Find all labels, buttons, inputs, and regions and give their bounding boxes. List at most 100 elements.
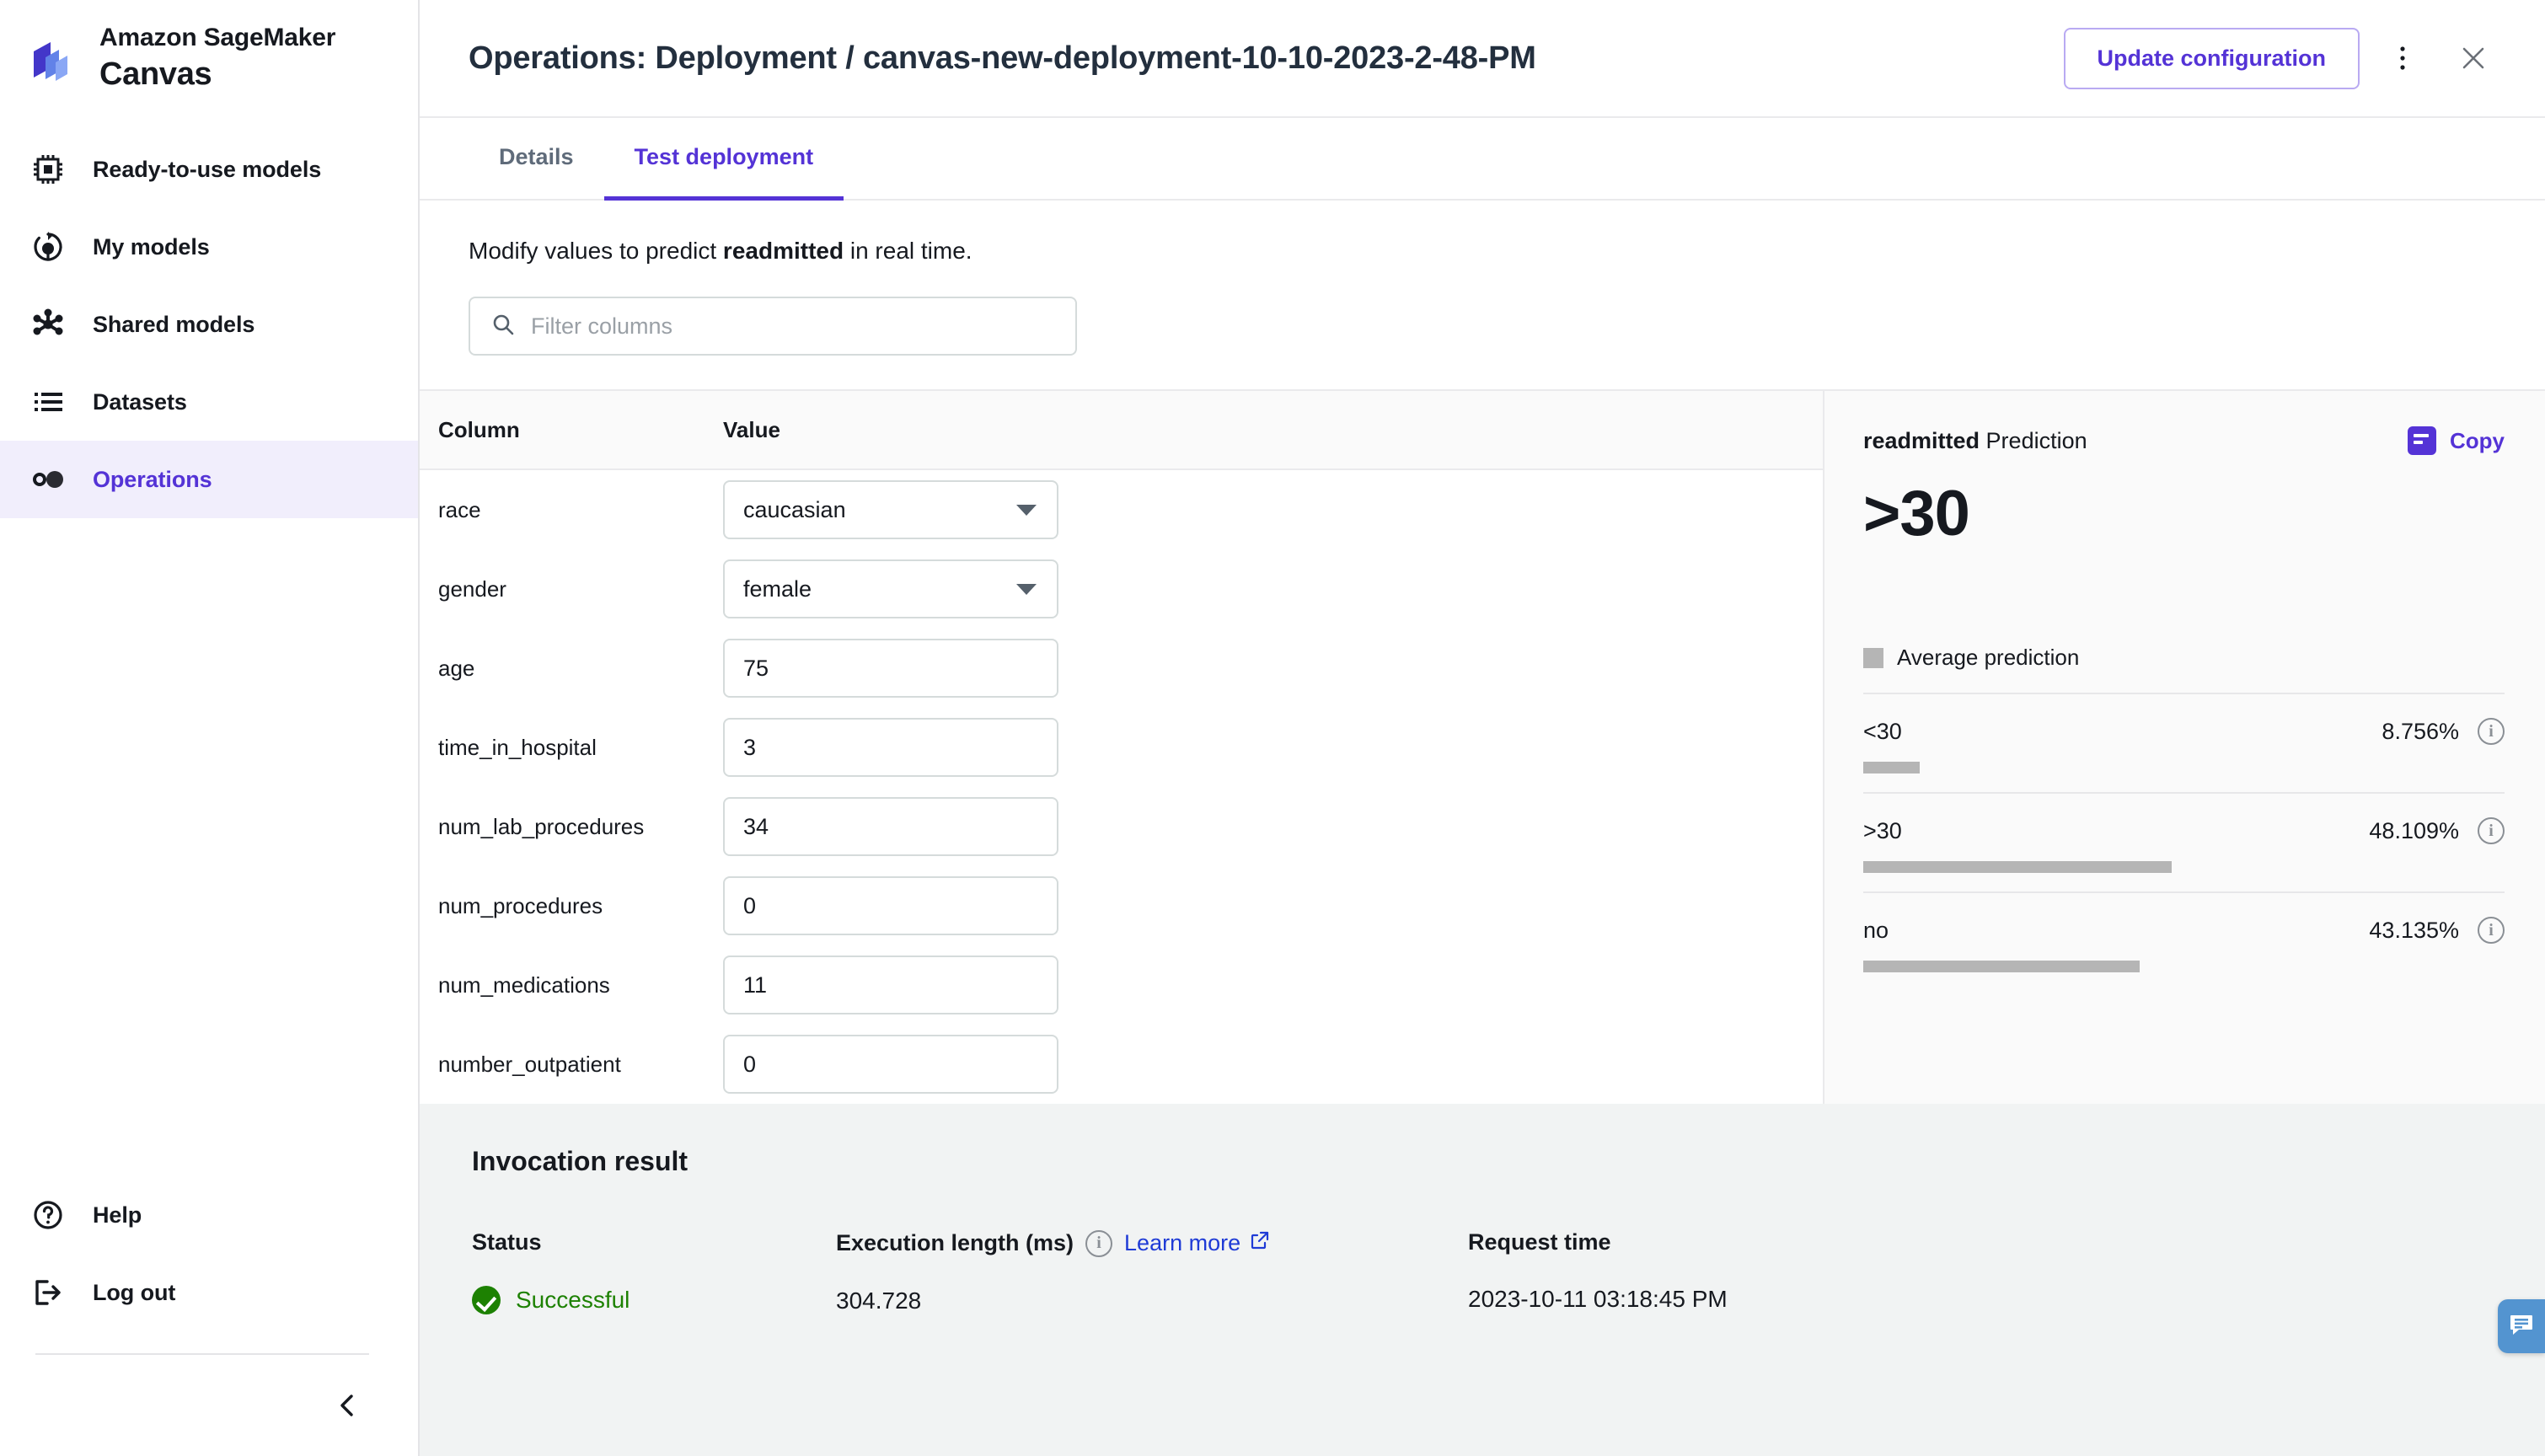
num-lab-procedures-input[interactable]: 34 — [723, 797, 1058, 856]
row-value-cell: 75 — [723, 639, 1823, 698]
table-header-row: Column Value — [420, 391, 1823, 470]
search-icon — [490, 312, 516, 341]
row-value-cell: 34 — [723, 797, 1823, 856]
sidebar-item-label: My models — [93, 233, 210, 260]
tab-test-deployment[interactable]: Test deployment — [603, 118, 844, 201]
table-row: gender female — [420, 549, 1823, 629]
sidebar-item-ready-to-use-models[interactable]: Ready-to-use models — [0, 131, 418, 208]
sidebar-bottom-nav: Help Log out — [0, 1176, 418, 1456]
prediction-value: >30 — [1863, 478, 1970, 549]
probability-label: no — [1863, 917, 1889, 943]
execution-length-header: Execution length (ms) i Learn more — [836, 1229, 1468, 1257]
info-icon[interactable]: i — [2478, 817, 2505, 844]
table-body: race caucasian gender female age 75 time… — [420, 470, 1823, 1104]
num-procedures-input[interactable]: 0 — [723, 876, 1058, 935]
status-header: Status — [472, 1229, 542, 1255]
status-value-wrap: Successful — [472, 1286, 836, 1314]
row-column-name: number_outpatient — [438, 1051, 621, 1077]
legend-label: Average prediction — [1897, 645, 2080, 670]
kebab-menu-icon[interactable] — [2375, 30, 2430, 86]
probability-row-top: >30 48.109% i — [1863, 817, 2505, 844]
brand-line-1: Amazon SageMaker — [99, 24, 336, 51]
column-values-table: Column Value race caucasian gender femal… — [420, 389, 1824, 1104]
info-icon[interactable]: i — [1085, 1229, 1113, 1257]
learn-more-link[interactable]: Learn more — [1124, 1229, 1271, 1257]
filter-row — [420, 265, 2545, 356]
copy-button[interactable]: Copy — [2408, 426, 2505, 455]
prediction-title: readmitted Prediction — [1863, 428, 2087, 454]
instructions-target: readmitted — [722, 238, 844, 264]
brand: Amazon SageMaker Canvas — [0, 0, 418, 112]
table-row: num_procedures 0 — [420, 866, 1823, 945]
sidebar-item-datasets[interactable]: Datasets — [0, 363, 418, 441]
tab-details[interactable]: Details — [469, 118, 604, 201]
num-medications-input[interactable]: 11 — [723, 956, 1058, 1014]
prediction-header: readmitted Prediction Copy — [1863, 426, 2505, 455]
copy-label: Copy — [2450, 427, 2505, 453]
probability-bar-track — [1863, 961, 2505, 972]
row-value-cell: 0 — [723, 1035, 1823, 1094]
number-outpatient-input[interactable]: 0 — [723, 1035, 1058, 1094]
invocation-result-section: Invocation result Status Successful Exec… — [420, 1104, 2545, 1456]
info-icon[interactable]: i — [2478, 917, 2505, 944]
sidebar-item-shared-models[interactable]: Shared models — [0, 286, 418, 363]
row-value-cell: female — [723, 559, 1823, 618]
close-icon[interactable] — [2446, 30, 2501, 86]
sagemaker-logo-icon — [29, 35, 78, 83]
filter-columns-box[interactable] — [469, 297, 1077, 356]
time-in-hospital-input[interactable]: 3 — [723, 718, 1058, 777]
chevron-left-icon[interactable] — [329, 1386, 367, 1425]
search-input[interactable] — [531, 313, 1055, 340]
number-outpatient-input-value: 0 — [743, 1051, 757, 1077]
row-value-cell: 3 — [723, 718, 1823, 777]
update-configuration-button[interactable]: Update configuration — [2063, 27, 2360, 89]
probability-bar-track — [1863, 861, 2505, 873]
share-nodes-icon — [29, 305, 67, 344]
table-row: num_medications 11 — [420, 945, 1823, 1025]
row-value-cell: 11 — [723, 956, 1823, 1014]
sidebar-item-help[interactable]: Help — [0, 1176, 418, 1254]
prediction-legend: Average prediction — [1863, 645, 2505, 671]
prediction-panel: readmitted Prediction Copy >30 Average p… — [1824, 389, 2545, 1104]
row-column-name: race — [438, 496, 481, 522]
logout-icon — [29, 1273, 67, 1312]
row-column-name: num_medications — [438, 972, 610, 998]
row-value-cell: 0 — [723, 876, 1823, 935]
chevron-down-icon — [1016, 504, 1037, 516]
table-row: number_outpatient 0 — [420, 1025, 1823, 1104]
list-icon — [29, 383, 67, 421]
time-in-hospital-input-value: 3 — [743, 734, 757, 760]
prediction-title-suffix: Prediction — [1980, 427, 2087, 453]
sidebar-item-operations[interactable]: Operations — [0, 441, 418, 519]
probability-label: <30 — [1863, 718, 1902, 744]
prediction-target-name: readmitted — [1863, 427, 1980, 453]
gender-select[interactable]: female — [723, 559, 1058, 618]
probability-list: <30 8.756% i >30 48.109% i no 43.135% i — [1863, 693, 2505, 991]
tab-bar: Details Test deployment — [420, 118, 2545, 201]
sidebar-item-label: Help — [93, 1202, 142, 1228]
page-title-deployment-name: canvas-new-deployment-10-10-2023-2-48-PM — [862, 40, 1536, 76]
table-row: time_in_hospital 3 — [420, 708, 1823, 787]
num-lab-procedures-input-value: 34 — [743, 813, 769, 839]
invocation-result-title: Invocation result — [472, 1146, 688, 1176]
race-select[interactable]: caucasian — [723, 480, 1058, 539]
check-circle-icon — [472, 1286, 501, 1314]
sidebar-item-my-models[interactable]: My models — [0, 208, 418, 286]
page-header: Operations: Deployment / canvas-new-depl… — [420, 0, 2545, 118]
probability-row-top: no 43.135% i — [1863, 917, 2505, 944]
feedback-chat-button[interactable] — [2498, 1299, 2545, 1353]
probability-row: >30 48.109% i — [1863, 792, 2505, 891]
main-area: Operations: Deployment / canvas-new-depl… — [420, 0, 2545, 1456]
age-input[interactable]: 75 — [723, 639, 1058, 698]
tab-content: Modify values to predict readmitted in r… — [420, 201, 2545, 1456]
copy-icon — [2408, 426, 2436, 455]
probability-row: <30 8.756% i — [1863, 693, 2505, 792]
sidebar-item-label: Operations — [93, 466, 212, 492]
sidebar-collapse-row — [0, 1355, 418, 1456]
row-column-name: time_in_hospital — [438, 734, 597, 760]
info-icon[interactable]: i — [2478, 718, 2505, 745]
page-title-prefix: Operations: Deployment / — [469, 40, 863, 76]
table-row: age 75 — [420, 629, 1823, 708]
sidebar-item-log-out[interactable]: Log out — [0, 1254, 418, 1331]
request-time-value: 2023-10-11 03:18:45 PM — [1468, 1286, 1728, 1312]
